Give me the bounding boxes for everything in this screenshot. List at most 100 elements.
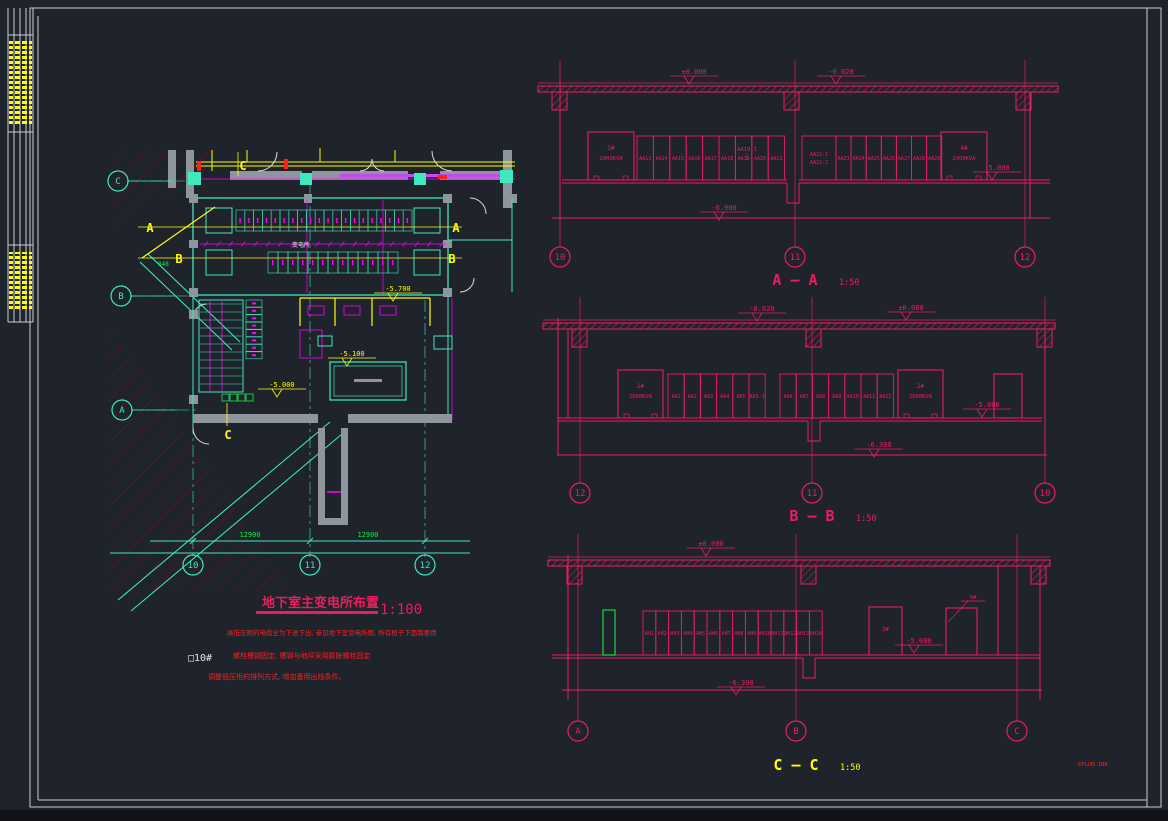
titleblock-vertical-text	[9, 40, 32, 125]
plan-cabinet-tag	[248, 218, 249, 223]
cad-drawing: CBA1011121290012900AABBCC-5.100-5.000-5.…	[0, 0, 1168, 821]
elevation-text: -5.000	[984, 164, 1009, 172]
cabinet-label: AA12	[879, 394, 891, 400]
section-scale: 1:50	[839, 278, 859, 288]
cabinet-label: AA22-2	[810, 160, 828, 166]
equipment-room-label-mark	[354, 379, 382, 382]
section-scale: 1:50	[856, 514, 876, 524]
plan-cabinet-tag	[302, 260, 303, 265]
section-title: B — B	[789, 507, 834, 525]
plan-cabinet-tag	[342, 260, 343, 265]
section-mark-letter: B	[448, 252, 455, 266]
transformer-kva: 2000KVA	[909, 394, 933, 400]
grid-bubble-label: 10	[555, 253, 566, 263]
section-title: C — C	[773, 756, 818, 774]
grid-bubble-label: 11	[807, 489, 818, 499]
column	[806, 329, 821, 347]
slab	[548, 560, 1050, 566]
cabinet-label: AA8	[816, 394, 825, 400]
slab	[538, 86, 1058, 92]
cabinet-label: AH13	[797, 631, 809, 637]
grid-bubble-label: B	[793, 727, 798, 737]
plan-cabinet-tag	[362, 260, 363, 265]
transformer-label: 1#	[637, 383, 645, 390]
plan-panel-tag	[252, 302, 256, 304]
cabinet-label: AA5-1	[750, 394, 765, 400]
note-line-2: 螺栓槽钢固定, 槽钢与地坪采用膨胀螺栓固定	[233, 651, 370, 660]
elevation-text: -6.300	[728, 679, 753, 687]
plan-cabinet-tag	[239, 218, 240, 223]
grid-bubble-label: 12	[1020, 253, 1031, 263]
cabinet-label: AA23	[838, 156, 850, 162]
room-label: 变电所	[292, 241, 310, 249]
cabinet-label: AA20	[754, 156, 766, 162]
dimension-text: 12900	[239, 531, 260, 539]
transformer-kva: 2000KVA	[629, 394, 653, 400]
slab	[543, 323, 1055, 329]
grid-bubble-label: A	[119, 406, 125, 416]
plan-cabinet-tag	[354, 218, 355, 223]
cad-viewport[interactable]: CBA1011121290012900AABBCC-5.100-5.000-5.…	[0, 0, 1168, 821]
cabinet-label: AA10	[847, 394, 859, 400]
plan-cabinet-tag	[380, 218, 381, 223]
watermark-text: EPLUM.INK	[1078, 762, 1108, 768]
cabinet-label: AH11	[771, 631, 783, 637]
elevation-text: -0.020	[749, 305, 774, 313]
plan-cabinet-tag	[301, 218, 302, 223]
elevation-text: -6.300	[866, 441, 891, 449]
grid-bubble-label: 12	[420, 561, 431, 571]
column	[801, 566, 816, 584]
plan-panel-tag	[252, 354, 256, 356]
cabinet-label: AA14	[656, 156, 668, 162]
section-mark-letter: A	[452, 221, 460, 235]
plan-cabinet-tag	[275, 218, 276, 223]
cabinet-label: AH4	[683, 631, 692, 637]
elevation-text: -0.020	[828, 68, 853, 76]
cabinet-label: AA6	[784, 394, 793, 400]
elevation-text: -5.000	[974, 401, 999, 409]
canvas-background	[0, 0, 1168, 821]
cabinet-label: AA3	[704, 394, 713, 400]
title-underline	[256, 611, 378, 614]
cabinet-label: AH14	[810, 631, 822, 637]
note-line-3: 调整低压柜的排列方式, 增加备用出线条件。	[208, 672, 345, 681]
cabinet-label: AH1	[645, 631, 654, 637]
grid-bubble-label: A	[575, 727, 581, 737]
plan-cabinet-tag	[332, 260, 333, 265]
plan-title: 地下室主变电所布置	[262, 595, 379, 611]
plan-cabinet-tag	[266, 218, 267, 223]
cabinet-label: AA18	[721, 156, 733, 162]
grid-bubble-label: 10	[1040, 489, 1051, 499]
plan-cabinet-tag	[392, 260, 393, 265]
plan-panel-tag	[252, 339, 256, 341]
plan-cabinet-tag	[407, 218, 408, 223]
column	[784, 92, 799, 110]
column	[572, 329, 587, 347]
note-prefix: □10#	[188, 653, 212, 664]
plan-cabinet-tag	[282, 260, 283, 265]
section-mark-letter: A	[146, 221, 154, 235]
grid-bubble-label: 11	[305, 561, 316, 571]
plan-cabinet-tag	[372, 260, 373, 265]
transformer-label: 3#	[607, 145, 615, 152]
cabinet-sub-label: AA19-1	[737, 147, 757, 153]
plan-cabinet-tag	[310, 218, 311, 223]
plan-cabinet-tag	[371, 218, 372, 223]
cabinet-label: AA28	[913, 156, 925, 162]
cabinet-label: AA26	[883, 156, 895, 162]
column	[1031, 566, 1046, 584]
bottom-strip	[0, 810, 1168, 821]
cabinet-label: AA9	[832, 394, 841, 400]
plan-cabinet-tag	[352, 260, 353, 265]
plan-panel-tag	[252, 325, 256, 327]
grid-bubble-label: C	[1014, 727, 1019, 737]
column	[1016, 92, 1031, 110]
transformer-kva: 2000KVA	[952, 156, 976, 162]
column	[567, 566, 582, 584]
green-dim-text: 848	[158, 261, 169, 268]
section-mark-letter: C	[224, 428, 231, 442]
plan-cabinet-tag	[292, 260, 293, 265]
plan-cabinet-tag	[272, 260, 273, 265]
elevation-text: ±0.000	[698, 540, 723, 548]
grid-bubble-label: B	[118, 292, 123, 302]
